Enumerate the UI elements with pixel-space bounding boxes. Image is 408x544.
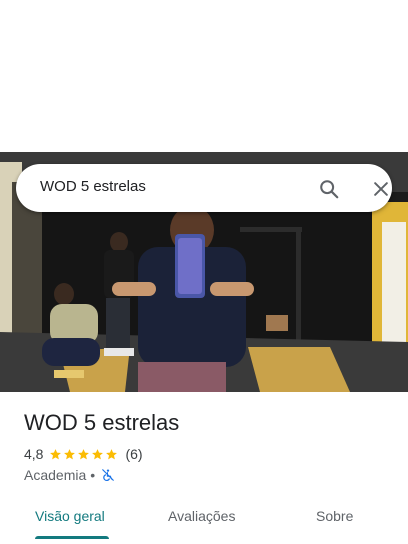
separator-dot: •	[90, 467, 96, 483]
category-row: Academia •	[24, 466, 115, 484]
place-category: Academia	[24, 467, 87, 483]
active-tab-indicator	[35, 536, 109, 539]
star-icon	[92, 448, 104, 459]
rating-stars	[49, 448, 119, 461]
close-icon[interactable]	[368, 176, 394, 202]
star-icon	[50, 448, 62, 459]
star-icon	[106, 448, 118, 459]
search-bar[interactable]: WOD 5 estrelas	[16, 164, 392, 212]
wheelchair-not-accessible-icon	[102, 469, 115, 481]
top-blank-area	[0, 0, 408, 152]
review-count[interactable]: (6)	[125, 446, 142, 462]
rating-row[interactable]: 4,8 (6)	[24, 445, 143, 463]
search-query-text[interactable]: WOD 5 estrelas	[40, 178, 146, 195]
place-title: WOD 5 estrelas	[24, 410, 180, 435]
star-icon	[64, 448, 76, 459]
place-info-panel: WOD 5 estrelas 4,8 (6) Academia • Visão …	[0, 392, 408, 544]
search-icon[interactable]	[316, 176, 342, 202]
place-tabs: Visão geral Avaliações Sobre	[0, 496, 408, 540]
tab-about[interactable]: Sobre	[316, 508, 353, 524]
tab-overview[interactable]: Visão geral	[35, 508, 105, 524]
rating-value: 4,8	[24, 446, 44, 462]
star-icon	[78, 448, 90, 459]
tab-reviews[interactable]: Avaliações	[168, 508, 235, 524]
